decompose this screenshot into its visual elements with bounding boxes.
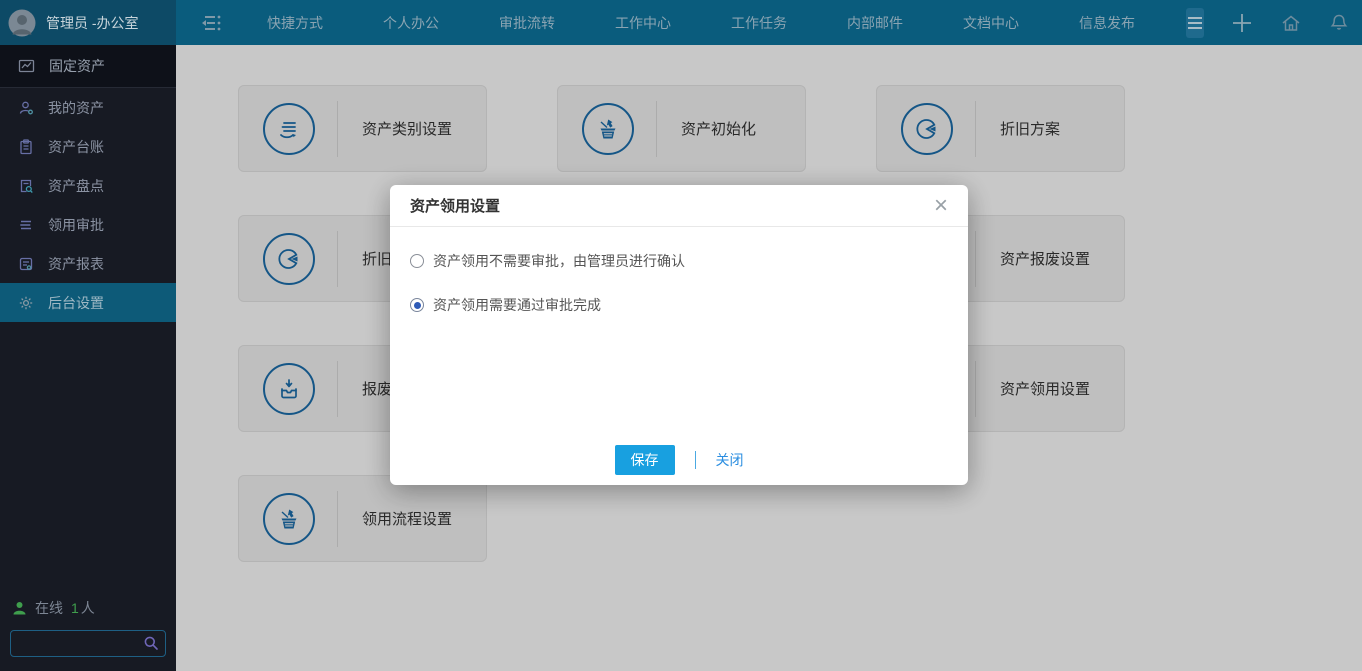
list-lines-icon — [18, 217, 34, 233]
nav-personal-office[interactable]: 个人办公 — [366, 13, 456, 33]
chart-box-icon — [18, 58, 35, 74]
radio-option-needs-approval[interactable]: 资产领用需要通过审批完成 — [410, 295, 948, 315]
sidebar-item-asset-reports[interactable]: 资产报表 — [0, 244, 176, 283]
gear-icon — [18, 295, 34, 311]
user-profile-block[interactable]: 管理员 -办公室 — [0, 0, 176, 45]
sidebar-item-label: 后台设置 — [48, 293, 104, 313]
nav-info-publish[interactable]: 信息发布 — [1062, 13, 1152, 33]
online-status: 在线 1 人 — [10, 598, 166, 618]
sidebar: 固定资产 我的资产 资产台账 资产盘点 — [0, 45, 176, 671]
close-button[interactable]: 关闭 — [716, 450, 744, 470]
dialog-title: 资产领用设置 — [410, 195, 500, 216]
topbar-right-icons — [1204, 11, 1362, 35]
online-person-icon — [12, 601, 27, 616]
home-icon[interactable] — [1280, 12, 1302, 34]
user-name: 管理员 -办公室 — [46, 13, 139, 33]
avatar — [8, 9, 36, 37]
nav-document-center[interactable]: 文档中心 — [946, 13, 1036, 33]
sidebar-item-fixed-assets[interactable]: 固定资产 — [0, 45, 176, 88]
sidebar-item-label: 固定资产 — [49, 56, 105, 76]
report-icon — [18, 256, 34, 272]
search-icon[interactable] — [143, 635, 159, 651]
topbar: 管理员 -办公室 快捷方式 个人办公 审批流转 工作中心 工作任务 内部邮件 文… — [0, 0, 1362, 45]
doc-search-icon — [18, 178, 34, 194]
online-unit: 人 — [81, 598, 95, 618]
radio-icon[interactable] — [410, 298, 424, 312]
nav-shortcuts[interactable]: 快捷方式 — [250, 13, 340, 33]
close-icon[interactable]: × — [934, 196, 948, 216]
radio-icon[interactable] — [410, 254, 424, 268]
sidebar-item-requisition-approval[interactable]: 领用审批 — [0, 205, 176, 244]
nav-internal-mail[interactable]: 内部邮件 — [830, 13, 920, 33]
sidebar-item-label: 资产台账 — [48, 137, 104, 157]
nav-approval-flow[interactable]: 审批流转 — [482, 13, 572, 33]
requisition-settings-dialog: 资产领用设置 × 资产领用不需要审批，由管理员进行确认 资产领用需要通过审批完成… — [390, 185, 968, 485]
online-label: 在线 — [35, 598, 63, 618]
hamburger-menu-icon[interactable] — [1186, 8, 1204, 38]
save-button[interactable]: 保存 — [615, 445, 675, 475]
sidebar-item-my-assets[interactable]: 我的资产 — [0, 88, 176, 127]
person-icon — [18, 100, 34, 116]
clipboard-icon — [18, 139, 34, 155]
sidebar-bottom: 在线 1 人 — [0, 598, 176, 671]
sidebar-item-label: 我的资产 — [48, 98, 104, 118]
sidebar-item-label: 资产报表 — [48, 254, 104, 274]
collapse-menu-icon[interactable] — [198, 10, 224, 36]
nav-work-center[interactable]: 工作中心 — [598, 13, 688, 33]
radio-option-label: 资产领用需要通过审批完成 — [433, 295, 601, 315]
radio-option-label: 资产领用不需要审批，由管理员进行确认 — [433, 251, 685, 271]
sidebar-item-asset-ledger[interactable]: 资产台账 — [0, 127, 176, 166]
bell-icon[interactable] — [1328, 12, 1350, 34]
sidebar-item-label: 领用审批 — [48, 215, 104, 235]
main-nav: 快捷方式 个人办公 审批流转 工作中心 工作任务 内部邮件 文档中心 信息发布 — [250, 13, 1178, 33]
sidebar-item-label: 资产盘点 — [48, 176, 104, 196]
online-count: 1 — [71, 600, 79, 616]
sidebar-item-asset-inventory[interactable]: 资产盘点 — [0, 166, 176, 205]
sidebar-item-backend-settings[interactable]: 后台设置 — [0, 283, 176, 322]
radio-option-no-approval[interactable]: 资产领用不需要审批，由管理员进行确认 — [410, 251, 948, 271]
nav-work-tasks[interactable]: 工作任务 — [714, 13, 804, 33]
plus-icon[interactable] — [1230, 11, 1254, 35]
footer-divider — [695, 451, 696, 469]
